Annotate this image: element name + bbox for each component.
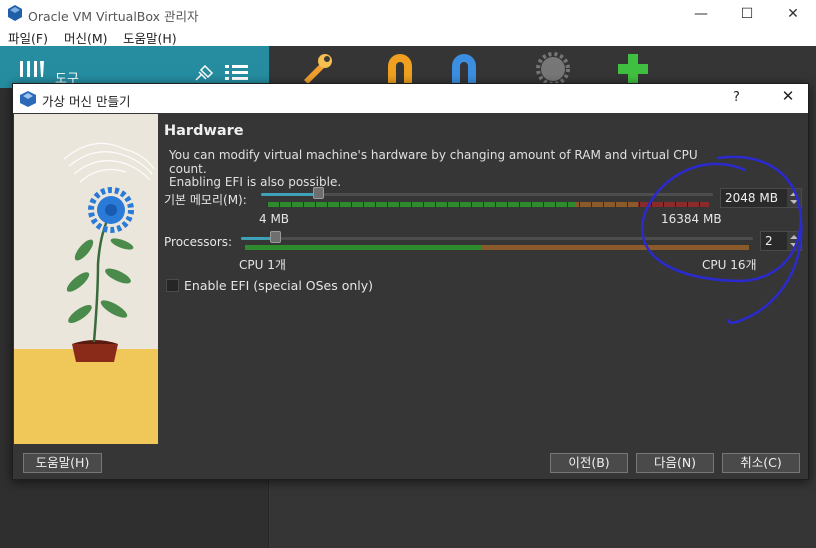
back-button[interactable]: 이전(B) [550, 453, 628, 473]
minimize-icon: — [694, 5, 708, 22]
memory-slider-fill [261, 193, 318, 196]
memory-max-label: 16384 MB [661, 212, 722, 226]
page-title: Hardware [164, 123, 244, 139]
discard-state-icon[interactable] [382, 52, 418, 84]
main-titlebar: Oracle VM VirtualBox 관리자 — ☐ ✕ [0, 0, 816, 27]
enable-efi-checkbox[interactable] [166, 279, 179, 292]
spin-down-icon[interactable] [790, 200, 798, 204]
memory-spinbox[interactable]: 2048 MB [720, 188, 802, 208]
description-line: You can modify virtual machine's hardwar… [169, 148, 698, 176]
cancel-button[interactable]: 취소(C) [722, 453, 800, 473]
dialog-close-button[interactable]: ✕ [773, 87, 803, 109]
pin-icon[interactable] [193, 63, 215, 83]
memory-ticks [267, 202, 709, 207]
page-description: You can modify virtual machine's hardwar… [169, 148, 729, 190]
wizard-plant-illustration [14, 114, 158, 444]
maximize-icon: ☐ [740, 5, 754, 22]
next-button[interactable]: 다음(N) [636, 453, 714, 473]
dialog-titlebar: 가상 머신 만들기 ? ✕ [13, 84, 808, 113]
virtualbox-dialog-icon [20, 91, 36, 107]
wizard-content: Hardware You can modify virtual machine'… [163, 114, 808, 444]
maximize-button[interactable]: ☐ [724, 0, 770, 27]
tools-icon [20, 61, 44, 77]
menu-machine[interactable]: 머신(M) [64, 28, 108, 47]
memory-value: 2048 MB [725, 191, 778, 205]
start-gear-icon[interactable] [536, 52, 570, 84]
menu-bar: 파일(F) 머신(M) 도움말(H) [0, 27, 816, 46]
memory-min-label: 4 MB [259, 212, 290, 226]
memory-slider[interactable] [261, 193, 713, 196]
dialog-help-button[interactable]: ? [733, 90, 740, 105]
dialog-title: 가상 머신 만들기 [42, 94, 131, 109]
processors-spinbox[interactable]: 2 [760, 231, 802, 251]
processors-label: Processors: [164, 235, 233, 249]
close-icon: ✕ [787, 5, 799, 22]
processors-min-label: CPU 1개 [239, 258, 286, 272]
close-window-button[interactable]: ✕ [770, 0, 816, 27]
spin-up-icon[interactable] [790, 192, 798, 196]
settings-wrench-icon[interactable] [300, 52, 334, 84]
description-line: Enabling EFI is also possible. [169, 175, 342, 189]
virtualbox-app-icon [8, 5, 22, 21]
processors-value: 2 [765, 234, 773, 248]
memory-slider-handle[interactable] [312, 187, 324, 199]
dialog-help-action-button[interactable]: 도움말(H) [23, 453, 102, 473]
memory-label: 기본 메모리(M): [164, 193, 247, 207]
sidebar-item-tools[interactable]: 도구 [0, 46, 269, 88]
processors-spin-arrows[interactable] [787, 232, 801, 250]
create-vm-dialog: 가상 머신 만들기 ? ✕ Hardware You can modify vi… [12, 83, 809, 480]
processors-zone-bar [245, 245, 749, 250]
dialog-button-bar: 도움말(H) 이전(B) 다음(N) 취소(C) [13, 444, 808, 479]
show-machine-icon[interactable] [446, 52, 482, 84]
processors-max-label: CPU 16개 [702, 258, 757, 272]
memory-spin-arrows[interactable] [787, 189, 801, 207]
menu-file[interactable]: 파일(F) [8, 28, 48, 47]
processors-slider[interactable] [241, 237, 753, 240]
menu-help[interactable]: 도움말(H) [123, 28, 177, 47]
main-window-title: Oracle VM VirtualBox 관리자 [28, 9, 199, 24]
spin-up-icon[interactable] [790, 235, 798, 239]
list-menu-icon[interactable] [225, 64, 249, 82]
spin-down-icon[interactable] [790, 243, 798, 247]
add-machine-icon[interactable] [616, 52, 650, 84]
enable-efi-label[interactable]: Enable EFI (special OSes only) [184, 278, 373, 293]
processors-slider-handle[interactable] [270, 231, 282, 243]
minimize-button[interactable]: — [678, 0, 724, 27]
